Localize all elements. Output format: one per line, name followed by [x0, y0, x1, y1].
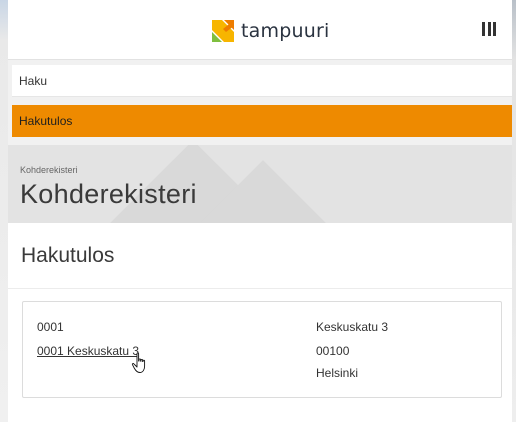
results-section: Hakutulos 0001 0001 Keskuskatu 3 Keskusk…	[8, 223, 512, 422]
result-link[interactable]: 0001 Keskuskatu 3	[37, 344, 139, 358]
tampuuri-logo-icon	[212, 20, 234, 42]
section-divider	[8, 288, 512, 289]
app-window: tampuuri Haku Hakutulos Kohderekisteri K…	[8, 0, 512, 422]
results-title: Hakutulos	[21, 244, 115, 267]
page-title: Kohderekisteri	[20, 179, 197, 209]
breadcrumb[interactable]: Kohderekisteri	[20, 165, 78, 175]
tampuuri-logo[interactable]: tampuuri	[210, 18, 329, 44]
page-title-banner: Kohderekisteri Kohderekisteri	[8, 145, 512, 223]
background-window-edge-right	[512, 0, 516, 422]
app-header: tampuuri	[8, 0, 512, 60]
menu-icon[interactable]	[482, 22, 496, 38]
logo-text: tampuuri	[241, 20, 330, 42]
nav-item-haku[interactable]: Haku	[12, 65, 512, 97]
result-postal-code: 00100	[316, 344, 350, 358]
result-card: 0001 0001 Keskuskatu 3 Keskuskatu 3 0010…	[22, 301, 502, 398]
result-city: Helsinki	[316, 366, 359, 380]
nav-item-hakutulos[interactable]: Hakutulos	[12, 105, 512, 137]
result-street: Keskuskatu 3	[316, 320, 389, 334]
hand-pointer-icon	[131, 352, 146, 373]
result-number: 0001	[37, 320, 64, 334]
background-window-edge-left	[0, 0, 8, 422]
